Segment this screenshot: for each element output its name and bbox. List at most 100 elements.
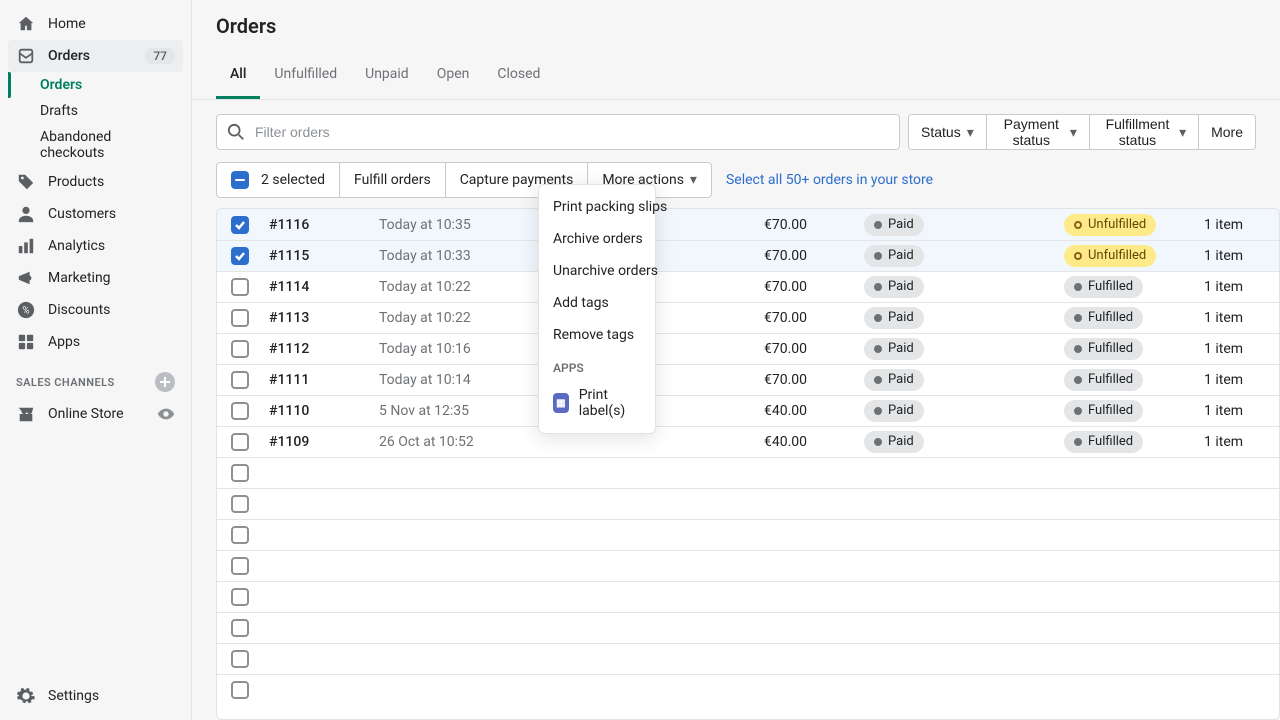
sidebar-sub-abandoned[interactable]: Abandoned checkouts xyxy=(32,124,183,166)
order-total: €70.00 xyxy=(758,248,858,264)
filter-more[interactable]: More xyxy=(1198,115,1255,149)
gear-icon xyxy=(16,686,36,706)
bulk-fulfill-button[interactable]: Fulfill orders xyxy=(339,163,445,197)
row-checkbox[interactable] xyxy=(231,681,249,699)
sidebar-label-home: Home xyxy=(48,16,86,32)
tab-closed[interactable]: Closed xyxy=(483,52,554,99)
apps-icon xyxy=(16,332,36,352)
tab-all[interactable]: All xyxy=(216,52,260,99)
sidebar-item-discounts[interactable]: % Discounts xyxy=(8,294,183,326)
table-row[interactable] xyxy=(217,519,1279,550)
sidebar-item-orders[interactable]: Orders 77 xyxy=(8,40,183,72)
payment-badge: Paid xyxy=(864,431,924,453)
row-checkbox[interactable] xyxy=(231,216,249,234)
table-row[interactable] xyxy=(217,612,1279,643)
tab-open[interactable]: Open xyxy=(423,52,484,99)
fulfillment-badge: Unfulfilled xyxy=(1064,214,1156,236)
row-checkbox[interactable] xyxy=(231,340,249,358)
sidebar-item-marketing[interactable]: Marketing xyxy=(8,262,183,294)
fulfillment-badge: Fulfilled xyxy=(1064,431,1143,453)
table-row[interactable] xyxy=(217,488,1279,519)
row-checkbox[interactable] xyxy=(231,495,249,513)
sidebar-item-products[interactable]: Products xyxy=(8,166,183,198)
table-row[interactable] xyxy=(217,643,1279,674)
payment-badge: Paid xyxy=(864,369,924,391)
view-store-icon[interactable] xyxy=(157,405,175,423)
order-id[interactable]: #1109 xyxy=(269,434,309,450)
row-checkbox[interactable] xyxy=(231,371,249,389)
row-checkbox[interactable] xyxy=(231,247,249,265)
megaphone-icon xyxy=(16,268,36,288)
order-total: €70.00 xyxy=(758,217,858,233)
sidebar-sub-drafts[interactable]: Drafts xyxy=(32,98,183,124)
row-checkbox[interactable] xyxy=(231,619,249,637)
row-checkbox[interactable] xyxy=(231,433,249,451)
sidebar-item-apps[interactable]: Apps xyxy=(8,326,183,358)
order-id[interactable]: #1110 xyxy=(269,403,309,419)
menu-archive-orders[interactable]: Archive orders xyxy=(539,223,655,255)
table-row[interactable]: #11105 Nov at 12:35€40.00PaidFulfilled1 … xyxy=(217,395,1279,426)
order-id[interactable]: #1112 xyxy=(269,341,309,357)
order-date: 5 Nov at 12:35 xyxy=(373,403,538,419)
order-id[interactable]: #1116 xyxy=(269,217,309,233)
row-checkbox[interactable] xyxy=(231,557,249,575)
sidebar-item-online-store[interactable]: Online Store xyxy=(8,398,183,430)
menu-apps-heading: APPS xyxy=(539,351,655,379)
filter-status[interactable]: Status▾ xyxy=(909,115,986,149)
table-row[interactable]: #1116Today at 10:35€70.00PaidUnfulfilled… xyxy=(217,209,1279,240)
row-checkbox[interactable] xyxy=(231,464,249,482)
table-row[interactable] xyxy=(217,457,1279,488)
sidebar-sub-orders[interactable]: Orders xyxy=(32,72,183,98)
table-row[interactable] xyxy=(217,581,1279,612)
payment-badge: Paid xyxy=(864,245,924,267)
row-checkbox[interactable] xyxy=(231,402,249,420)
row-checkbox[interactable] xyxy=(231,588,249,606)
analytics-icon xyxy=(16,236,36,256)
sidebar-item-settings[interactable]: Settings xyxy=(8,680,183,712)
menu-unarchive-orders[interactable]: Unarchive orders xyxy=(539,255,655,287)
order-date: Today at 10:14 xyxy=(373,372,538,388)
table-row[interactable] xyxy=(217,550,1279,581)
fulfillment-badge: Unfulfilled xyxy=(1064,245,1156,267)
order-total: €40.00 xyxy=(758,403,858,419)
filter-fulfillment-status[interactable]: Fulfillment status▾ xyxy=(1089,115,1198,149)
table-row[interactable]: #1115Today at 10:33€70.00PaidUnfulfilled… xyxy=(217,240,1279,271)
table-row[interactable]: #1113Today at 10:22€70.00PaidFulfilled1 … xyxy=(217,302,1279,333)
sidebar-item-customers[interactable]: Customers xyxy=(8,198,183,230)
order-total: €70.00 xyxy=(758,372,858,388)
table-row[interactable]: #110926 Oct at 10:52€40.00PaidFulfilled1… xyxy=(217,426,1279,457)
sidebar-item-analytics[interactable]: Analytics xyxy=(8,230,183,262)
menu-print-packing-slips[interactable]: Print packing slips xyxy=(539,191,655,223)
table-row[interactable]: #1111Today at 10:14€70.00PaidFulfilled1 … xyxy=(217,364,1279,395)
order-id[interactable]: #1115 xyxy=(269,248,309,264)
order-id[interactable]: #1111 xyxy=(269,372,309,388)
order-id[interactable]: #1114 xyxy=(269,279,309,295)
add-channel-button[interactable] xyxy=(155,372,175,392)
menu-print-labels[interactable]: ▦ Print label(s) xyxy=(539,379,655,427)
menu-add-tags[interactable]: Add tags xyxy=(539,287,655,319)
bulk-selected[interactable]: 2 selected xyxy=(217,163,339,197)
menu-remove-tags[interactable]: Remove tags xyxy=(539,319,655,351)
row-checkbox[interactable] xyxy=(231,309,249,327)
row-checkbox[interactable] xyxy=(231,650,249,668)
order-date: Today at 10:22 xyxy=(373,310,538,326)
row-checkbox[interactable] xyxy=(231,526,249,544)
discount-icon: % xyxy=(16,300,36,320)
table-row[interactable]: #1114Today at 10:22€70.00PaidFulfilled1 … xyxy=(217,271,1279,302)
chevron-down-icon: ▾ xyxy=(1070,124,1077,141)
tab-unfulfilled[interactable]: Unfulfilled xyxy=(260,52,351,99)
indeterminate-checkbox[interactable] xyxy=(231,171,249,189)
tab-unpaid[interactable]: Unpaid xyxy=(351,52,423,99)
payment-badge: Paid xyxy=(864,276,924,298)
table-row[interactable]: #1112Today at 10:16€70.00PaidFulfilled1 … xyxy=(217,333,1279,364)
table-row[interactable] xyxy=(217,674,1279,705)
search-input[interactable] xyxy=(253,123,889,141)
row-checkbox[interactable] xyxy=(231,278,249,296)
sidebar-item-home[interactable]: Home xyxy=(8,8,183,40)
select-all-link[interactable]: Select all 50+ orders in your store xyxy=(726,172,933,188)
filter-payment-status[interactable]: Payment status▾ xyxy=(986,115,1089,149)
fulfillment-badge: Fulfilled xyxy=(1064,338,1143,360)
order-id[interactable]: #1113 xyxy=(269,310,309,326)
page-title: Orders xyxy=(216,14,1256,38)
search-box[interactable] xyxy=(216,114,900,150)
